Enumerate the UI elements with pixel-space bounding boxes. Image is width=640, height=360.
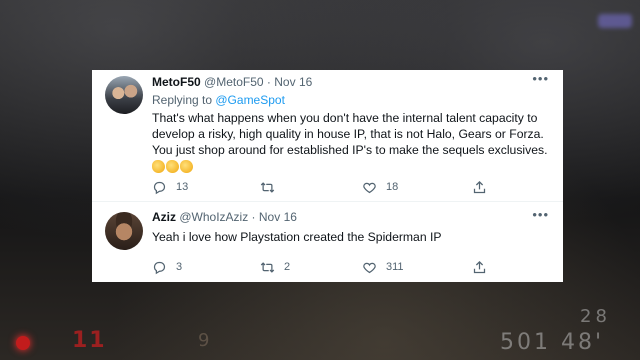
tweet-body: That's what happens when you don't have … xyxy=(152,111,548,157)
reply-count: 13 xyxy=(176,181,189,193)
hud-ammo-value: 501 48' xyxy=(500,330,605,355)
tweet-text: Yeah i love how Playstation created the … xyxy=(152,230,442,244)
clapping-hands-icon xyxy=(166,160,179,174)
share-button[interactable] xyxy=(472,259,487,275)
retweet-button[interactable] xyxy=(260,179,284,195)
tweet-text: That's what happens when you don't have … xyxy=(152,110,552,174)
separator: · xyxy=(251,210,256,224)
reply-button[interactable]: 13 xyxy=(152,179,188,195)
mention-link[interactable]: @GameSpot xyxy=(215,93,285,107)
retweet-icon xyxy=(260,181,275,193)
replying-prefix: Replying to xyxy=(152,93,216,107)
hud-right-top-value: 28 xyxy=(580,306,611,327)
user-handle[interactable]: @MetoF50 xyxy=(204,75,264,89)
reply-icon xyxy=(153,181,166,194)
heart-icon xyxy=(363,182,376,193)
separator: · xyxy=(266,75,271,89)
reply-button[interactable]: 3 xyxy=(152,259,182,275)
retweet-icon xyxy=(260,261,275,273)
hud-left-value: 11 xyxy=(72,328,107,353)
hud-indicator xyxy=(598,14,632,28)
retweet-count: 2 xyxy=(284,261,291,273)
hud-mid-value: 9 xyxy=(198,330,210,351)
tweet-thread-card: MetoF50 @MetoF50 · Nov 16 ••• Replying t… xyxy=(92,70,563,282)
tweet-date[interactable]: Nov 16 xyxy=(274,75,312,89)
tweet-header: Aziz @WhoIzAziz · Nov 16 xyxy=(152,210,297,224)
like-button[interactable]: 311 xyxy=(362,259,404,275)
retweet-button[interactable]: 2 xyxy=(260,259,290,275)
heart-icon xyxy=(363,262,376,273)
share-button[interactable] xyxy=(472,179,487,195)
avatar[interactable] xyxy=(105,212,143,250)
replying-to-line: Replying to @GameSpot xyxy=(152,93,285,107)
more-icon[interactable]: ••• xyxy=(532,208,549,221)
user-handle[interactable]: @WhoIzAziz xyxy=(179,210,248,224)
share-icon xyxy=(473,180,486,193)
hud-health-dot xyxy=(16,336,30,350)
share-icon xyxy=(473,260,486,273)
tweet-header: MetoF50 @MetoF50 · Nov 16 xyxy=(152,75,312,89)
reply-count: 3 xyxy=(176,261,183,273)
more-icon[interactable]: ••• xyxy=(532,72,549,85)
avatar[interactable] xyxy=(105,76,143,114)
display-name[interactable]: MetoF50 xyxy=(152,75,201,89)
reply-icon xyxy=(153,261,166,274)
tweet-date[interactable]: Nov 16 xyxy=(259,210,297,224)
tweet-actions: 13 18 xyxy=(152,179,492,195)
display-name[interactable]: Aziz xyxy=(152,210,176,224)
tweet[interactable]: MetoF50 @MetoF50 · Nov 16 ••• Replying t… xyxy=(92,70,563,202)
tweet[interactable]: Aziz @WhoIzAziz · Nov 16 ••• Yeah i love… xyxy=(92,202,563,282)
emoji-row xyxy=(152,158,552,174)
like-count: 18 xyxy=(386,181,399,193)
like-button[interactable]: 18 xyxy=(362,179,398,195)
clapping-hands-icon xyxy=(180,160,193,174)
like-count: 311 xyxy=(386,261,404,273)
clapping-hands-icon xyxy=(152,160,165,174)
tweet-actions: 3 2 311 xyxy=(152,259,492,275)
